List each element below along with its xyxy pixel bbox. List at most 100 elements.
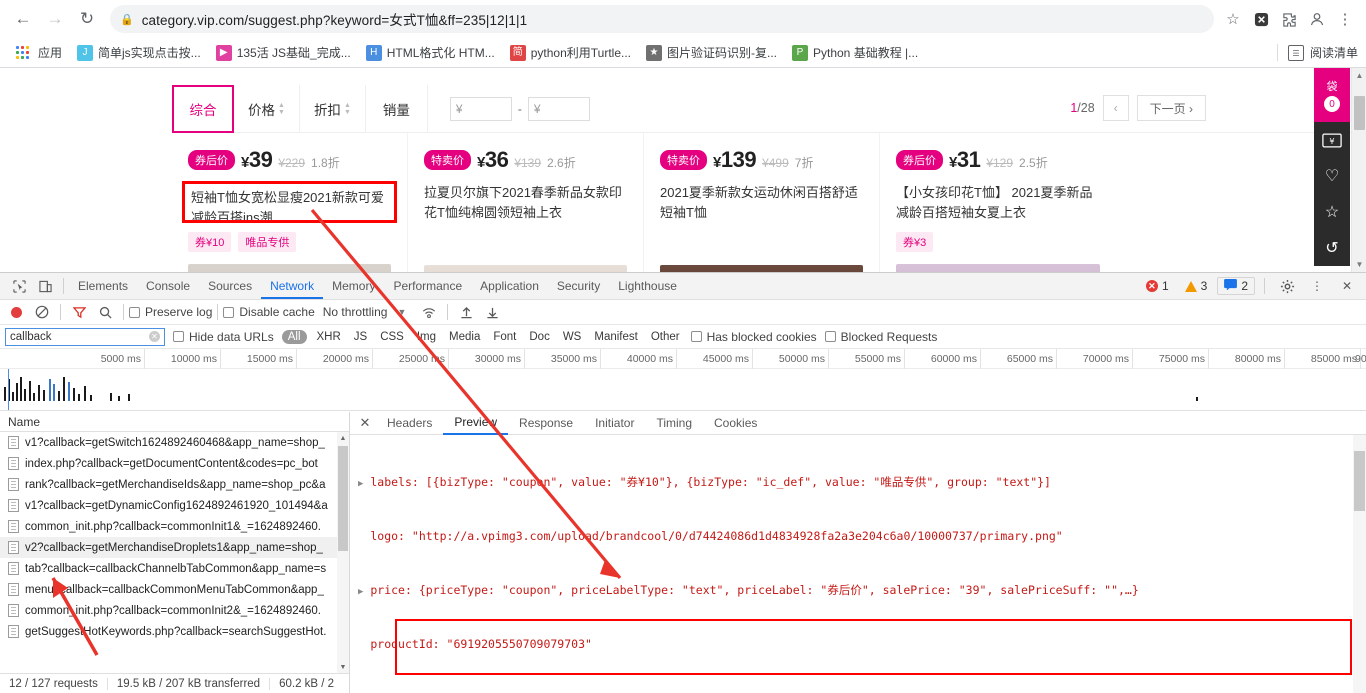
devtools-tab-security[interactable]: Security [548,273,609,299]
devtools-tab-performance[interactable]: Performance [384,273,471,299]
json-line[interactable]: ▶ productId: "6919205550709079703" [358,636,1366,655]
detail-tab-initiator[interactable]: Initiator [584,412,645,434]
json-line[interactable]: ▶ logo: "http://a.vpimg3.com/upload/bran… [358,528,1366,547]
bookmark-apps[interactable]: 应用 [8,41,68,64]
product-image[interactable] [896,264,1100,272]
detail-tab-timing[interactable]: Timing [645,412,703,434]
next-page-button[interactable]: 下一页 › [1136,95,1206,121]
export-har-icon[interactable] [479,300,505,324]
profile-icon[interactable] [1304,6,1330,32]
bookmark-star-icon[interactable]: ☆ [1220,6,1246,32]
network-conditions-icon[interactable] [416,300,442,324]
price-max-input[interactable]: ¥ [527,96,590,121]
request-row[interactable]: common_init.php?callback=commonInit1&_=1… [0,516,349,537]
filter-type-css[interactable]: CSS [377,330,407,344]
request-row[interactable]: common_init.php?callback=commonInit2&_=1… [0,600,349,621]
forward-arrow-icon[interactable]: → [40,4,70,34]
product-title[interactable]: 拉夏贝尔旗下2021春季新品女款印花T恤纯棉圆领短袖上衣 [424,183,627,223]
scroll-up-arrow-icon[interactable]: ▲ [1352,68,1366,83]
star-icon[interactable]: ☆ [1314,194,1350,230]
request-row[interactable]: tab?callback=callbackChannelbTabCommon&a… [0,558,349,579]
request-row[interactable]: menu?callback=callbackCommonMenuTabCommo… [0,579,349,600]
product-card[interactable]: 券后价 ¥39 ¥229 1.8折 短袖T恤女宽松显瘦2021新款可爱减龄百搭i… [172,133,408,272]
bookmark-item-1[interactable]: ▶ 135活 JS基础_完成... [210,41,357,64]
clear-icon[interactable] [29,300,55,324]
preserve-log-checkbox[interactable]: Preserve log [129,305,212,319]
kebab-menu-icon[interactable]: ⋮ [1332,6,1358,32]
shopping-bag-button[interactable]: 袋 0 [1314,68,1350,122]
request-row[interactable]: v1?callback=getDynamicConfig162489246192… [0,495,349,516]
scroll-up-arrow-icon[interactable]: ▲ [337,432,349,444]
extension-x-icon[interactable] [1248,6,1274,32]
device-toolbar-icon[interactable] [32,274,58,298]
blocked-requests-checkbox[interactable]: Blocked Requests [824,330,937,344]
message-counter[interactable]: 2 [1217,277,1255,295]
detail-tab-preview[interactable]: Preview [443,411,509,435]
close-icon[interactable]: ✕ [354,415,376,431]
reading-list-button[interactable]: ☰ 阅读清单 [1276,44,1358,61]
heart-icon[interactable]: ♡ [1314,158,1350,194]
reload-icon[interactable]: ↻ [72,4,102,34]
coupon-icon[interactable]: ¥ [1314,122,1350,158]
detail-tab-headers[interactable]: Headers [376,412,443,434]
record-stop-icon[interactable] [11,306,22,318]
kebab-menu-icon[interactable]: ⋮ [1304,274,1330,298]
request-list-scrollbar[interactable]: ▲ ▼ [337,432,349,673]
warning-counter[interactable]: 3 [1179,277,1214,295]
devtools-tab-memory[interactable]: Memory [323,273,384,299]
filter-tab-price[interactable]: 价格 ▲ ▼ [234,84,300,133]
import-har-icon[interactable] [453,300,479,324]
devtools-tab-sources[interactable]: Sources [199,273,261,299]
chevron-down-icon[interactable]: ▼ [397,307,406,317]
prev-page-button[interactable]: ‹ [1102,95,1129,121]
filter-type-media[interactable]: Media [446,330,483,344]
product-image[interactable] [188,264,391,272]
network-filter-input[interactable]: callback ✕ [5,327,165,346]
page-scrollbar-thumb[interactable] [1354,96,1365,130]
request-row[interactable]: v1?callback=getSwitch1624892460468&app_n… [0,432,349,453]
filter-type-other[interactable]: Other [648,330,683,344]
filter-type-img[interactable]: Img [414,330,439,344]
json-line[interactable]: ▶ price: {priceType: "coupon", priceLabe… [358,582,1366,601]
product-title[interactable]: 【小女孩印花T恤】 2021夏季新品 减龄百搭短袖女夏上衣 [896,183,1100,223]
product-image[interactable] [660,265,863,272]
filter-type-doc[interactable]: Doc [526,330,552,344]
price-min-input[interactable]: ¥ [449,96,512,121]
request-row-selected[interactable]: v2?callback=getMerchandiseDroplets1&app_… [0,537,349,558]
filter-type-font[interactable]: Font [490,330,519,344]
json-scrollbar[interactable] [1353,435,1366,693]
expand-triangle-icon[interactable]: ▶ [358,587,363,597]
json-line[interactable]: ▶ labels: [{bizType: "coupon", value: "券… [358,474,1366,493]
request-row[interactable]: index.php?callback=getDocumentContent&co… [0,453,349,474]
product-image[interactable] [424,265,627,272]
scroll-down-arrow-icon[interactable]: ▼ [1352,257,1366,272]
devtools-tab-elements[interactable]: Elements [69,273,137,299]
gear-icon[interactable] [1274,274,1300,298]
bookmark-item-4[interactable]: ★ 图片验证码识别-复... [640,41,783,64]
product-title[interactable]: 2021夏季新款女运动休闲百搭舒适短袖T恤 [660,183,863,223]
filter-icon[interactable] [66,300,92,324]
bookmark-item-2[interactable]: H HTML格式化 HTM... [360,41,501,64]
devtools-tab-application[interactable]: Application [471,273,548,299]
scroll-down-arrow-icon[interactable]: ▼ [337,661,349,673]
network-overview-timeline[interactable]: 5000 ms 10000 ms 15000 ms 20000 ms 25000… [0,349,1366,411]
devtools-tab-network[interactable]: Network [261,273,324,299]
filter-tab-discount[interactable]: 折扣 ▲ ▼ [300,84,366,133]
history-icon[interactable]: ↺ [1314,230,1350,266]
bookmark-item-3[interactable]: 简 python利用Turtle... [504,41,637,64]
product-card[interactable]: 券后价 ¥31 ¥129 2.5折 【小女孩印花T恤】 2021夏季新品 减龄百… [880,133,1116,272]
bookmark-item-0[interactable]: J 简单js实现点击按... [71,41,207,64]
filter-type-ws[interactable]: WS [560,330,585,344]
disable-cache-checkbox[interactable]: Disable cache [223,305,315,319]
detail-tab-response[interactable]: Response [508,412,584,434]
has-blocked-cookies-checkbox[interactable]: Has blocked cookies [690,330,817,344]
error-counter[interactable]: ✕ 1 [1140,277,1175,295]
filter-tab-sales[interactable]: 销量 [366,84,428,133]
request-row[interactable]: rank?callback=getMerchandiseIds&app_name… [0,474,349,495]
filter-type-all[interactable]: All [281,329,307,344]
back-arrow-icon[interactable]: ← [8,4,38,34]
product-card[interactable]: 特卖价 ¥36 ¥139 2.6折 拉夏贝尔旗下2021春季新品女款印花T恤纯棉… [408,133,644,272]
page-scrollbar[interactable]: ▲ ▼ [1351,68,1366,272]
request-scrollbar-thumb[interactable] [338,446,348,551]
devtools-tab-console[interactable]: Console [137,273,199,299]
